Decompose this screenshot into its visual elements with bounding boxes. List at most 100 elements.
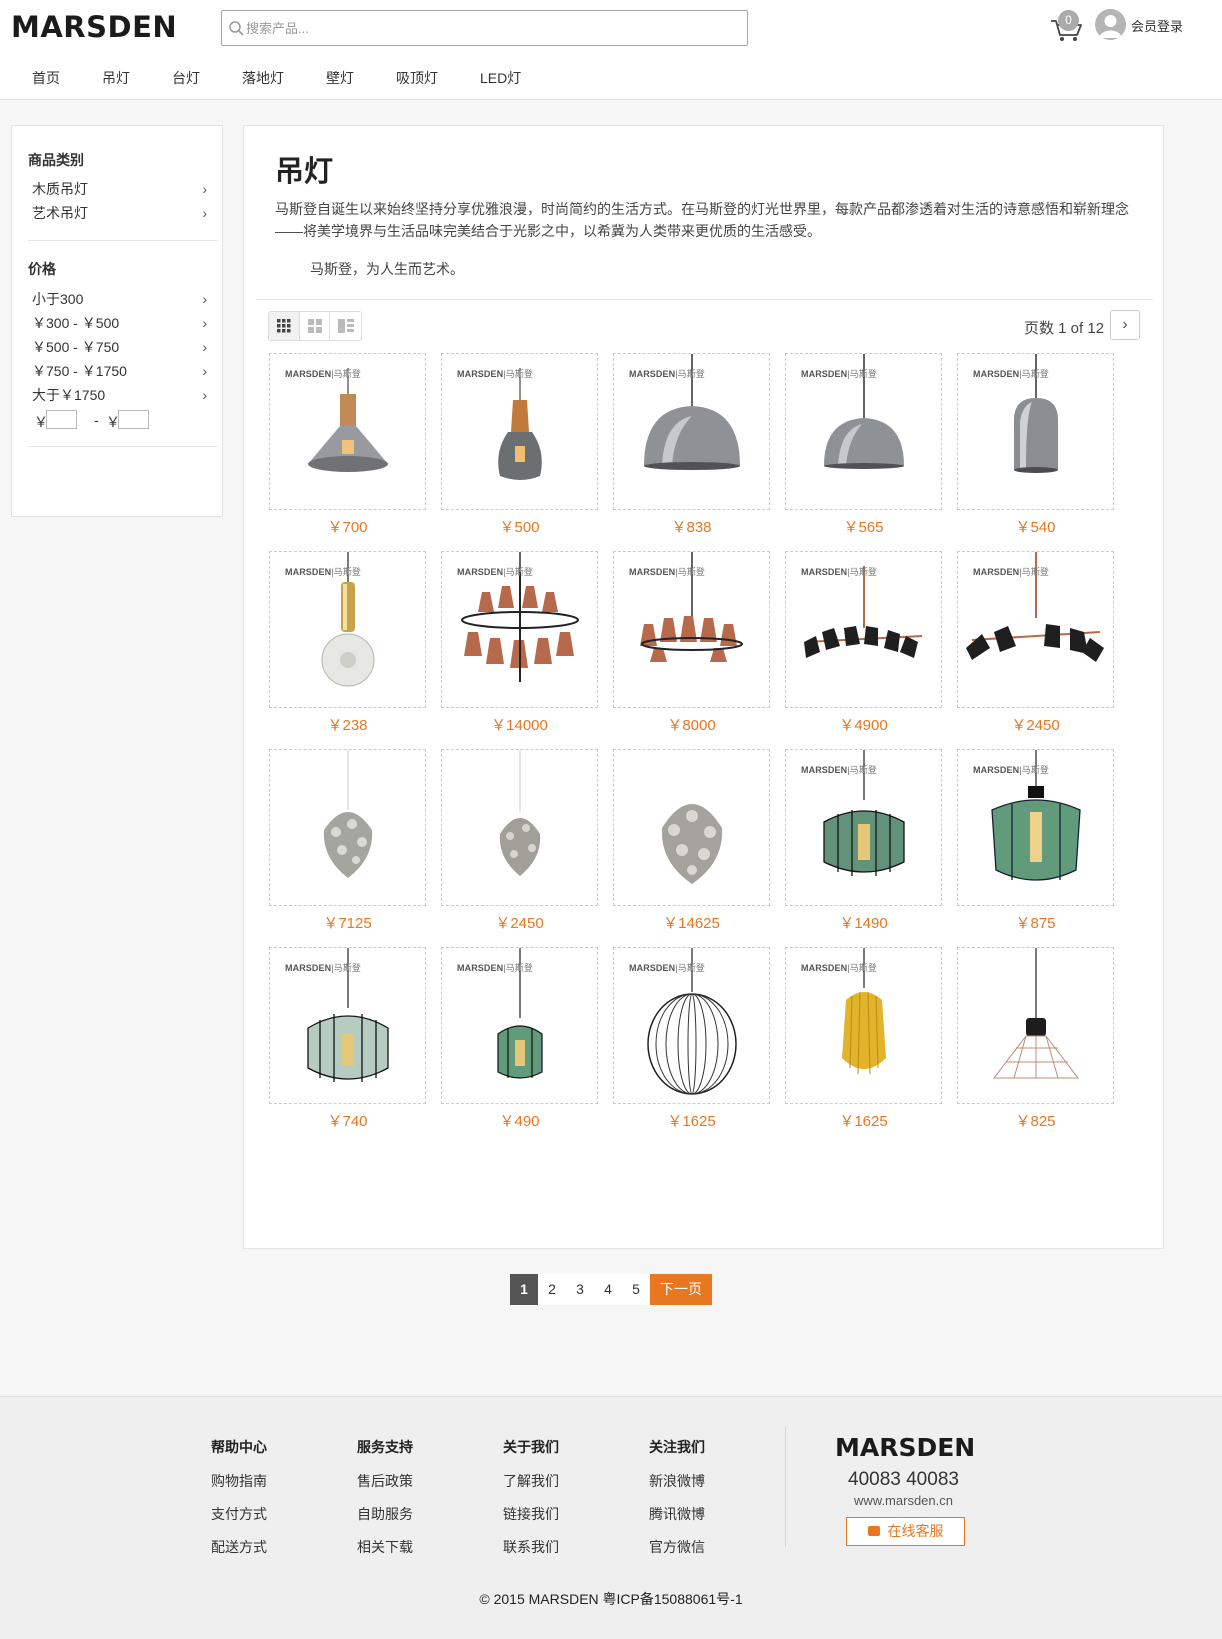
product-image[interactable]: MARSDEN|马斯登 — [441, 551, 598, 708]
price-min-input[interactable] — [46, 410, 77, 429]
footer-link[interactable]: 自助服务 — [357, 1504, 413, 1524]
price-max-input[interactable] — [118, 410, 149, 429]
page-4-button[interactable]: 4 — [594, 1274, 622, 1305]
product-image[interactable]: MARSDEN|马斯登 — [957, 353, 1114, 510]
product-price[interactable]: ￥2450 — [441, 912, 598, 933]
price-item-500-750[interactable]: ￥500 - ￥750 › — [32, 337, 207, 357]
product-image[interactable]: MARSDEN|马斯登 — [785, 353, 942, 510]
product-image[interactable]: MARSDEN|马斯登 — [441, 353, 598, 510]
footer-link[interactable]: 购物指南 — [211, 1471, 267, 1491]
page-2-button[interactable]: 2 — [538, 1274, 566, 1305]
login-link[interactable]: 会员登录 — [1131, 16, 1183, 35]
product-image[interactable]: MARSDEN|马斯登 — [613, 947, 770, 1104]
search-icon[interactable] — [228, 20, 245, 37]
product-price[interactable]: ￥4900 — [785, 714, 942, 735]
product-price[interactable]: ￥8000 — [613, 714, 770, 735]
online-chat-button[interactable]: 在线客服 — [846, 1517, 965, 1546]
product-card[interactable]: MARSDEN|马斯登 ￥8000 — [613, 551, 770, 734]
product-price[interactable]: ￥700 — [269, 516, 426, 537]
list-view-button[interactable] — [330, 312, 361, 340]
product-image[interactable]: MARSDEN|马斯登 — [613, 353, 770, 510]
page-1-button[interactable]: 1 — [510, 1274, 538, 1305]
product-price[interactable]: ￥540 — [957, 516, 1114, 537]
page-5-button[interactable]: 5 — [622, 1274, 650, 1305]
product-price[interactable]: ￥1625 — [613, 1110, 770, 1131]
product-image[interactable] — [957, 947, 1114, 1104]
product-price[interactable]: ￥825 — [957, 1110, 1114, 1131]
nav-item-pendant[interactable]: 吊灯 — [102, 68, 130, 88]
product-price[interactable]: ￥2450 — [957, 714, 1114, 735]
product-price[interactable]: ￥1490 — [785, 912, 942, 933]
footer-link[interactable]: 官方微信 — [649, 1537, 705, 1557]
search-input[interactable] — [246, 17, 736, 39]
product-image[interactable]: MARSDEN|马斯登 — [269, 551, 426, 708]
product-image[interactable]: MARSDEN|马斯登 — [269, 353, 426, 510]
product-price[interactable]: ￥740 — [269, 1110, 426, 1131]
product-price[interactable]: ￥490 — [441, 1110, 598, 1131]
footer-link[interactable]: 了解我们 — [503, 1471, 559, 1491]
nav-item-led[interactable]: LED灯 — [480, 68, 521, 88]
footer-website[interactable]: www.marsden.cn — [854, 1493, 953, 1508]
grid-small-view-button[interactable] — [269, 312, 300, 340]
product-image[interactable] — [613, 749, 770, 906]
grid-large-view-button[interactable] — [300, 312, 331, 340]
footer-link[interactable]: 联系我们 — [503, 1537, 559, 1557]
product-price[interactable]: ￥875 — [957, 912, 1114, 933]
product-image[interactable]: MARSDEN|马斯登 — [441, 947, 598, 1104]
user-avatar-icon[interactable] — [1095, 9, 1126, 40]
nav-item-home[interactable]: 首页 — [32, 68, 60, 88]
product-card[interactable]: MARSDEN|马斯登 ￥2450 — [957, 551, 1114, 734]
footer-link[interactable]: 售后政策 — [357, 1471, 413, 1491]
product-card[interactable]: MARSDEN|马斯登 ￥490 — [441, 947, 598, 1130]
footer-link[interactable]: 相关下载 — [357, 1537, 413, 1557]
next-page-button[interactable]: › — [1110, 310, 1140, 340]
product-card[interactable]: MARSDEN|马斯登 ￥1625 — [785, 947, 942, 1130]
product-card[interactable]: MARSDEN|马斯登 ￥540 — [957, 353, 1114, 536]
product-price[interactable]: ￥7125 — [269, 912, 426, 933]
search-box[interactable] — [221, 10, 748, 46]
product-card[interactable]: MARSDEN|马斯登 ￥14000 — [441, 551, 598, 734]
footer-link[interactable]: 腾讯微博 — [649, 1504, 705, 1524]
product-image[interactable]: MARSDEN|马斯登 — [957, 551, 1114, 708]
product-image[interactable]: MARSDEN|马斯登 — [957, 749, 1114, 906]
product-image[interactable]: MARSDEN|马斯登 — [785, 947, 942, 1104]
nav-item-wall-lamp[interactable]: 壁灯 — [326, 68, 354, 88]
category-item-wood[interactable]: 木质吊灯 › — [32, 179, 207, 199]
product-price[interactable]: ￥14625 — [613, 912, 770, 933]
product-price[interactable]: ￥14000 — [441, 714, 598, 735]
footer-link[interactable]: 支付方式 — [211, 1504, 267, 1524]
product-card[interactable]: MARSDEN|马斯登 ￥4900 — [785, 551, 942, 734]
nav-item-table-lamp[interactable]: 台灯 — [172, 68, 200, 88]
category-item-art[interactable]: 艺术吊灯 › — [32, 203, 207, 223]
price-item-300-500[interactable]: ￥300 - ￥500 › — [32, 313, 207, 333]
product-image[interactable]: MARSDEN|马斯登 — [269, 947, 426, 1104]
product-card[interactable]: ￥825 — [957, 947, 1114, 1130]
product-price[interactable]: ￥500 — [441, 516, 598, 537]
product-card[interactable]: MARSDEN|马斯登 ￥238 — [269, 551, 426, 734]
product-card[interactable]: MARSDEN|马斯登 ￥740 — [269, 947, 426, 1130]
product-image[interactable] — [441, 749, 598, 906]
product-card[interactable]: ￥14625 — [613, 749, 770, 932]
price-item-750-1750[interactable]: ￥750 - ￥1750 › — [32, 361, 207, 381]
footer-link[interactable]: 新浪微博 — [649, 1471, 705, 1491]
product-image[interactable]: MARSDEN|马斯登 — [785, 749, 942, 906]
footer-link[interactable]: 配送方式 — [211, 1537, 267, 1557]
product-price[interactable]: ￥838 — [613, 516, 770, 537]
nav-item-ceiling-lamp[interactable]: 吸顶灯 — [396, 68, 438, 88]
product-card[interactable]: MARSDEN|马斯登 ￥565 — [785, 353, 942, 536]
nav-item-floor-lamp[interactable]: 落地灯 — [242, 68, 284, 88]
site-logo[interactable]: MARSDEN — [11, 10, 177, 44]
product-price[interactable]: ￥565 — [785, 516, 942, 537]
product-image[interactable]: MARSDEN|马斯登 — [785, 551, 942, 708]
price-item-under-300[interactable]: 小于300 › — [32, 289, 207, 309]
product-card[interactable]: MARSDEN|马斯登 ￥875 — [957, 749, 1114, 932]
next-page-link[interactable]: 下一页 — [650, 1274, 712, 1305]
product-image[interactable]: MARSDEN|马斯登 — [613, 551, 770, 708]
product-card[interactable]: MARSDEN|马斯登 ￥700 — [269, 353, 426, 536]
product-card[interactable]: MARSDEN|马斯登 ￥1490 — [785, 749, 942, 932]
product-card[interactable]: MARSDEN|马斯登 ￥1625 — [613, 947, 770, 1130]
product-card[interactable]: ￥7125 — [269, 749, 426, 932]
price-item-over-1750[interactable]: 大于￥1750 › — [32, 385, 207, 405]
product-card[interactable]: MARSDEN|马斯登 ￥500 — [441, 353, 598, 536]
product-price[interactable]: ￥1625 — [785, 1110, 942, 1131]
